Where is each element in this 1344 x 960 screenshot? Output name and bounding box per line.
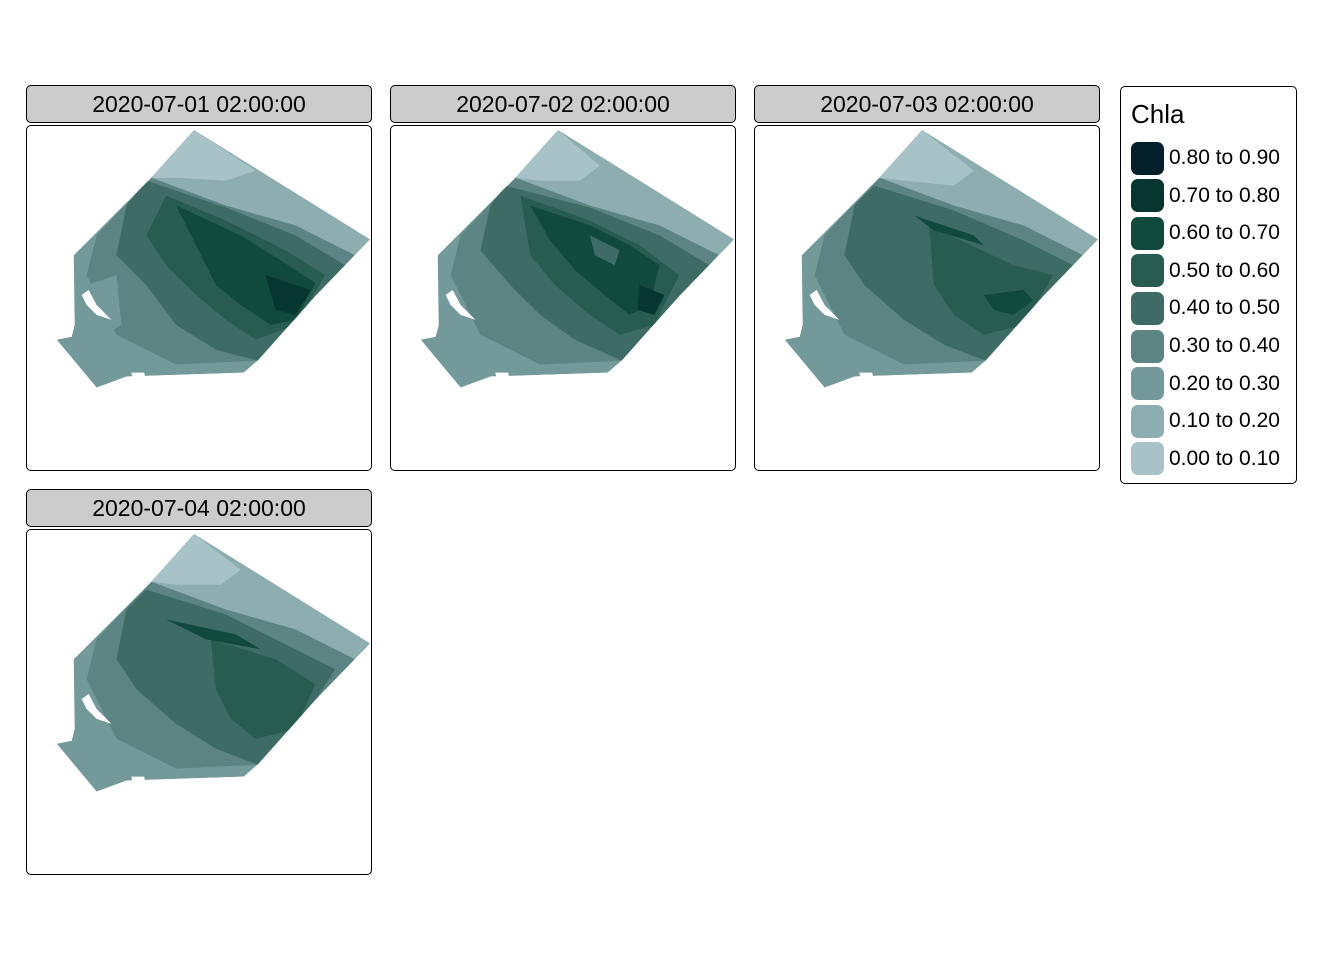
- map-area: [754, 125, 1100, 471]
- legend-label: 0.70 to 0.80: [1169, 183, 1280, 207]
- facet-title: 2020-07-01 02:00:00: [26, 85, 372, 123]
- legend-swatch: [1131, 442, 1164, 476]
- legend-label: 0.00 to 0.10: [1169, 446, 1280, 470]
- legend-item: 0.10 to 0.20: [1131, 404, 1280, 438]
- legend-swatch: [1131, 404, 1164, 438]
- legend-item: 0.30 to 0.40: [1131, 329, 1280, 363]
- facet-panel-1: 2020-07-01 02:00:00: [26, 85, 372, 471]
- legend-swatch: [1131, 141, 1164, 175]
- legend-label: 0.60 to 0.70: [1169, 221, 1280, 245]
- legend-label: 0.40 to 0.50: [1169, 296, 1280, 320]
- facet-title: 2020-07-02 02:00:00: [390, 85, 736, 123]
- legend: Chla 0.80 to 0.90 0.70 to 0.80 0.60 to 0.7…: [1120, 86, 1297, 484]
- legend-swatch: [1131, 291, 1164, 325]
- legend-label: 0.80 to 0.90: [1169, 146, 1280, 169]
- legend-swatch: [1131, 254, 1164, 288]
- facet-title: 2020-07-04 02:00:00: [26, 489, 372, 527]
- legend-label: 0.20 to 0.30: [1169, 371, 1280, 395]
- facet-panel-4: 2020-07-04 02:00:00: [26, 489, 372, 875]
- legend-item: 0.20 to 0.30: [1131, 367, 1280, 401]
- facet-title: 2020-07-03 02:00:00: [754, 85, 1100, 123]
- chla-map: [784, 129, 1099, 389]
- facet-panel-3: 2020-07-03 02:00:00: [754, 85, 1100, 471]
- map-area: [26, 529, 372, 875]
- legend-title: Chla: [1131, 99, 1185, 129]
- legend-swatch: [1131, 367, 1164, 401]
- legend-item: 0.70 to 0.80: [1131, 179, 1280, 213]
- legend-swatch: [1131, 216, 1164, 250]
- facet-panel-2: 2020-07-02 02:00:00: [390, 85, 736, 471]
- legend-item: 0.40 to 0.50: [1131, 291, 1280, 325]
- chla-map: [56, 533, 371, 793]
- legend-item: 0.60 to 0.70: [1131, 216, 1280, 250]
- legend-item: 0.00 to 0.10: [1131, 442, 1280, 476]
- legend-label: 0.30 to 0.40: [1169, 334, 1280, 357]
- legend-swatch: [1131, 329, 1164, 363]
- chla-map: [56, 129, 371, 389]
- legend-label: 0.10 to 0.20: [1169, 409, 1280, 433]
- legend-label: 0.50 to 0.60: [1169, 258, 1280, 282]
- map-area: [26, 125, 372, 471]
- map-area: [390, 125, 736, 471]
- legend-item: 0.80 to 0.90: [1131, 141, 1280, 175]
- legend-item: 0.50 to 0.60: [1131, 254, 1280, 288]
- chla-map: [420, 129, 735, 389]
- legend-swatch: [1131, 179, 1164, 213]
